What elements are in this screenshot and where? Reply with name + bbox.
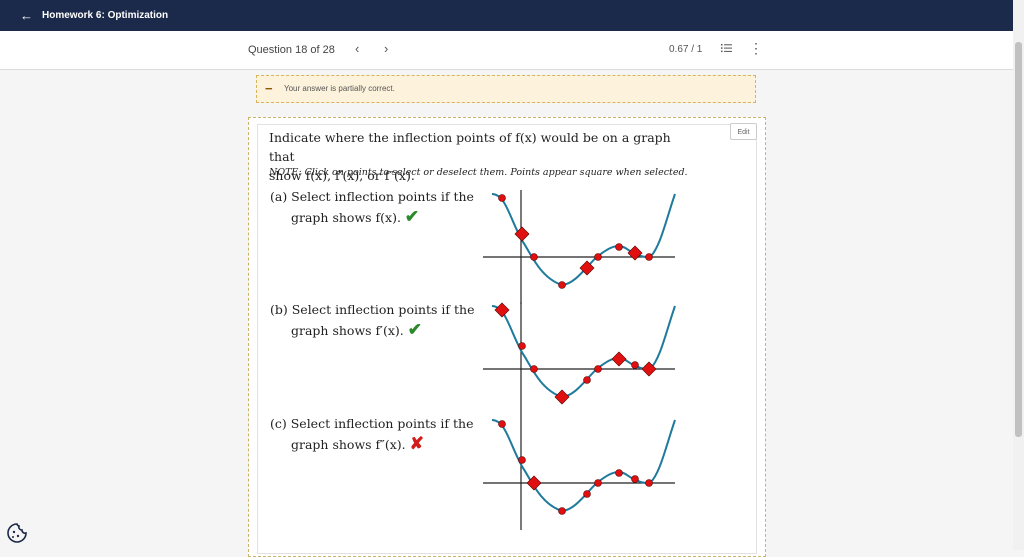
graph-point[interactable] xyxy=(518,342,526,350)
graph-point[interactable] xyxy=(631,475,639,483)
correct-check-icon: ✔ xyxy=(404,207,420,227)
selected-point[interactable] xyxy=(554,389,570,405)
graph-point[interactable] xyxy=(498,420,506,428)
question-list-icon[interactable] xyxy=(721,43,732,53)
function-curve xyxy=(491,419,676,513)
next-question-button[interactable]: › xyxy=(384,41,388,56)
score-display: 0.67 / 1 xyxy=(669,44,703,55)
graph-point[interactable] xyxy=(594,479,602,487)
selected-point[interactable] xyxy=(627,245,643,261)
graph-point[interactable] xyxy=(594,365,602,373)
prompt-line-1: Indicate where the inflection points of … xyxy=(269,130,671,164)
graph-point[interactable] xyxy=(631,361,639,369)
more-options-icon[interactable]: ⋮ xyxy=(749,40,763,57)
selected-point[interactable] xyxy=(611,351,627,367)
previous-question-button[interactable]: ‹ xyxy=(355,41,359,56)
selected-point[interactable] xyxy=(494,302,510,318)
graph-point[interactable] xyxy=(594,253,602,261)
graph-point[interactable] xyxy=(498,194,506,202)
question-counter: Question 18 of 28 xyxy=(248,44,335,56)
part-c-label: (c) Select inflection points if the grap… xyxy=(270,416,474,454)
partial-icon: − xyxy=(265,81,273,96)
cookie-settings-icon[interactable] xyxy=(6,522,28,544)
graph-point[interactable] xyxy=(518,456,526,464)
graph-part-b xyxy=(483,302,676,416)
graph-point[interactable] xyxy=(583,376,591,384)
correct-check-icon: ✔ xyxy=(407,320,423,340)
graph-point[interactable] xyxy=(645,479,653,487)
graph-point[interactable] xyxy=(615,469,623,477)
arrow-left-icon[interactable]: ← xyxy=(20,9,33,22)
graph-point[interactable] xyxy=(530,365,538,373)
graph-point[interactable] xyxy=(558,507,566,515)
graph-point[interactable] xyxy=(615,243,623,251)
function-curve xyxy=(491,305,676,399)
question-nav-bar: Question 18 of 28 ‹ › 0.67 / 1 ⋮ xyxy=(0,31,1013,70)
graph-point[interactable] xyxy=(530,253,538,261)
graph-point[interactable] xyxy=(583,490,591,498)
feedback-text: Your answer is partially correct. xyxy=(284,84,395,93)
part-b-label: (b) Select inflection points if the grap… xyxy=(270,302,475,340)
feedback-alert: − Your answer is partially correct. xyxy=(256,75,756,103)
assignment-title: Homework 6: Optimization xyxy=(42,10,169,21)
incorrect-x-icon: ✘ xyxy=(409,434,424,454)
edit-button[interactable]: Edit xyxy=(730,123,757,140)
graph-part-c xyxy=(483,416,676,530)
graph-point[interactable] xyxy=(558,281,566,289)
graph-point[interactable] xyxy=(645,253,653,261)
question-note: NOTE: Click on points to select or desel… xyxy=(269,167,688,178)
top-bar: ← Homework 6: Optimization xyxy=(0,0,1013,31)
scrollbar-thumb[interactable] xyxy=(1015,42,1022,437)
part-a-label: (a) Select inflection points if the grap… xyxy=(270,189,474,227)
graph-part-a xyxy=(483,190,676,304)
